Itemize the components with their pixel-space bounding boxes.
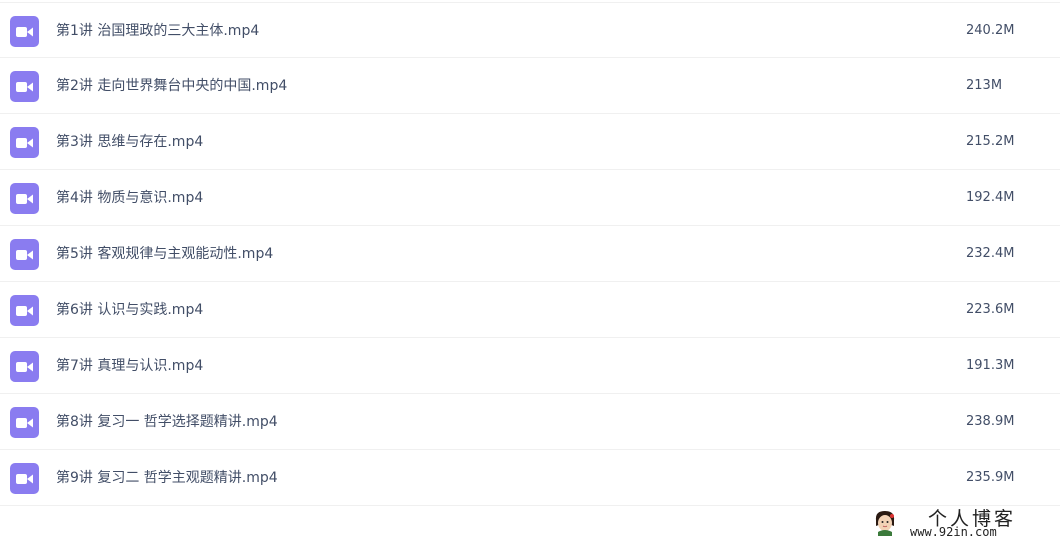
- file-size: 215.2M: [966, 134, 1015, 149]
- video-file-icon: [10, 351, 39, 382]
- file-size: 213M: [966, 78, 1003, 93]
- file-size: 235.9M: [966, 470, 1015, 485]
- file-name[interactable]: 第3讲 思维与存在.mp4: [56, 114, 203, 170]
- watermark-url: www.92in.com: [910, 525, 997, 539]
- file-row[interactable]: 第1讲 治国理政的三大主体.mp4 240.2M: [0, 2, 1060, 58]
- video-file-icon: [10, 16, 39, 47]
- file-size: 223.6M: [966, 302, 1015, 317]
- file-row[interactable]: 第4讲 物质与意识.mp4 192.4M: [0, 170, 1060, 226]
- video-file-icon: [10, 71, 39, 102]
- file-size: 192.4M: [966, 190, 1015, 205]
- file-size: 232.4M: [966, 246, 1015, 261]
- file-row[interactable]: 第7讲 真理与认识.mp4 191.3M: [0, 338, 1060, 394]
- file-row[interactable]: 第6讲 认识与实践.mp4 223.6M: [0, 282, 1060, 338]
- video-file-icon: [10, 295, 39, 326]
- file-size: 238.9M: [966, 414, 1015, 429]
- avatar-icon: [875, 511, 895, 536]
- watermark: 个人博客 www.92in.com: [868, 504, 1050, 540]
- file-name[interactable]: 第7讲 真理与认识.mp4: [56, 338, 203, 394]
- file-row[interactable]: 第5讲 客观规律与主观能动性.mp4 232.4M: [0, 226, 1060, 282]
- file-name[interactable]: 第9讲 复习二 哲学主观题精讲.mp4: [56, 450, 278, 506]
- file-name[interactable]: 第2讲 走向世界舞台中央的中国.mp4: [56, 58, 287, 114]
- file-name[interactable]: 第4讲 物质与意识.mp4: [56, 170, 203, 226]
- file-name[interactable]: 第1讲 治国理政的三大主体.mp4: [56, 3, 259, 59]
- file-name[interactable]: 第8讲 复习一 哲学选择题精讲.mp4: [56, 394, 278, 450]
- video-file-icon: [10, 183, 39, 214]
- file-row[interactable]: 第3讲 思维与存在.mp4 215.2M: [0, 114, 1060, 170]
- file-name[interactable]: 第5讲 客观规律与主观能动性.mp4: [56, 226, 273, 282]
- file-size: 240.2M: [966, 23, 1015, 38]
- video-file-icon: [10, 127, 39, 158]
- file-size: 191.3M: [966, 358, 1015, 373]
- file-name[interactable]: 第6讲 认识与实践.mp4: [56, 282, 203, 338]
- video-file-icon: [10, 239, 39, 270]
- file-row[interactable]: 第9讲 复习二 哲学主观题精讲.mp4 235.9M: [0, 450, 1060, 506]
- video-file-icon: [10, 407, 39, 438]
- video-file-icon: [10, 463, 39, 494]
- file-row[interactable]: 第8讲 复习一 哲学选择题精讲.mp4 238.9M: [0, 394, 1060, 450]
- file-row[interactable]: 第2讲 走向世界舞台中央的中国.mp4 213M: [0, 58, 1060, 114]
